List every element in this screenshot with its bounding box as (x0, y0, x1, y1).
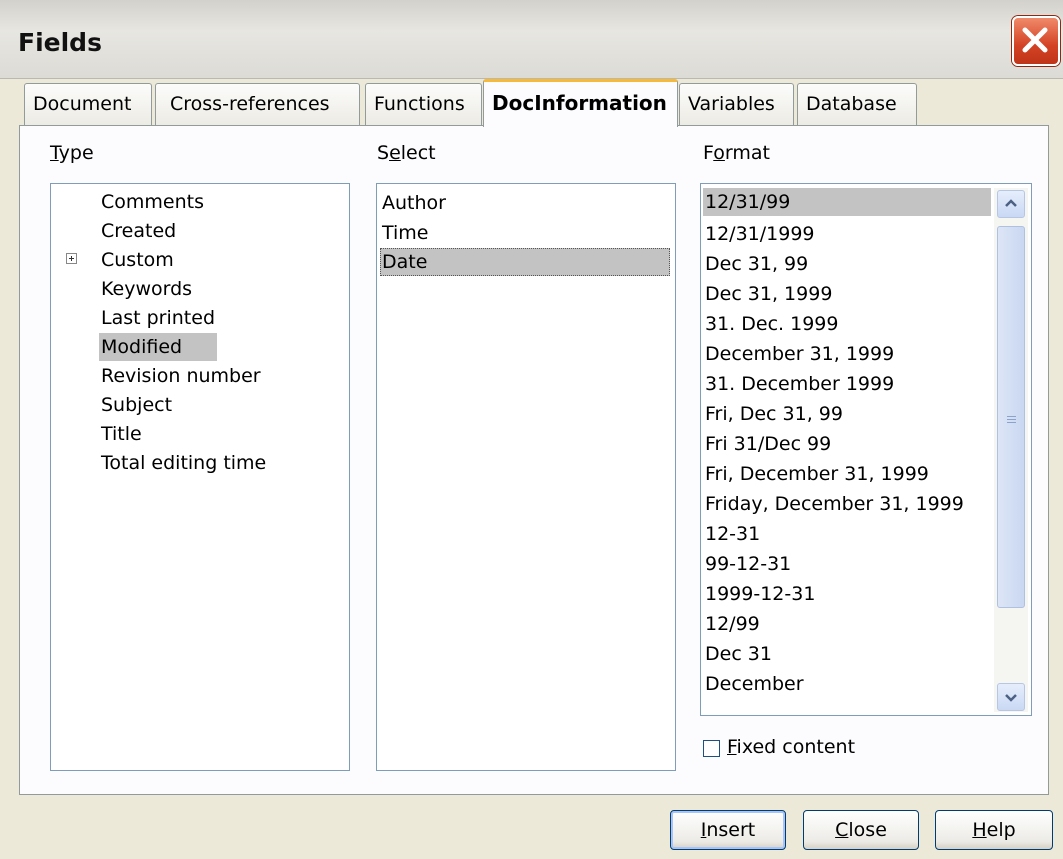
close-icon (1022, 27, 1048, 53)
scroll-thumb[interactable] (997, 226, 1025, 608)
format-item[interactable]: 12/99 (705, 610, 760, 638)
format-item[interactable]: 12/31/99 (703, 188, 991, 216)
format-item[interactable]: 31. Dec. 1999 (705, 310, 838, 338)
format-item[interactable]: 31. December 1999 (705, 370, 894, 398)
type-item-revision-number[interactable]: Revision number (101, 362, 261, 390)
type-item-subject[interactable]: Subject (101, 391, 172, 419)
format-item[interactable]: Dec 31 (705, 640, 772, 668)
select-item-date[interactable]: Date (380, 248, 670, 276)
tab-docinformation[interactable]: DocInformation (483, 79, 678, 127)
select-label: Select (377, 142, 436, 164)
title-bar: Fields (0, 0, 1063, 79)
fixed-content-label: Fixed content (727, 736, 856, 758)
format-item[interactable]: Fri, Dec 31, 99 (705, 400, 843, 428)
format-item[interactable]: 1999-12-31 (705, 580, 815, 608)
chevron-down-icon (1005, 694, 1017, 702)
tab-document[interactable]: Document (24, 83, 152, 125)
custom-expand-icon[interactable] (66, 253, 77, 264)
format-item[interactable]: Friday, December 31, 1999 (705, 490, 964, 518)
type-item-last-printed[interactable]: Last printed (101, 304, 215, 332)
help-button[interactable]: Help (935, 810, 1053, 850)
format-item[interactable]: December 31, 1999 (705, 340, 894, 368)
format-item[interactable]: Dec 31, 99 (705, 250, 808, 278)
type-item-created[interactable]: Created (101, 217, 176, 245)
chevron-up-icon (1005, 199, 1017, 207)
type-item-total-editing-time[interactable]: Total editing time (101, 449, 266, 477)
format-item[interactable]: Dec 31, 1999 (705, 280, 832, 308)
dialog-title: Fields (18, 28, 102, 57)
close-window-button[interactable] (1012, 16, 1060, 66)
scroll-down-button[interactable] (997, 683, 1025, 711)
format-item[interactable]: Fri 31/Dec 99 (705, 430, 831, 458)
type-item-keywords[interactable]: Keywords (101, 275, 192, 303)
tab-database[interactable]: Database (797, 83, 917, 125)
fixed-content-checkbox[interactable] (703, 740, 720, 757)
fields-dialog: Fields Document Cross-references Functio… (0, 0, 1063, 859)
scroll-up-button[interactable] (997, 190, 1025, 218)
tab-functions[interactable]: Functions (365, 83, 482, 125)
tab-variables[interactable]: Variables (679, 83, 794, 125)
select-item-author[interactable]: Author (380, 189, 670, 217)
select-item-time[interactable]: Time (380, 219, 670, 247)
type-tree-list[interactable] (50, 183, 350, 771)
type-item-comments[interactable]: Comments (101, 188, 204, 216)
format-item[interactable]: Fri, December 31, 1999 (705, 460, 929, 488)
format-label: Format (703, 142, 770, 164)
type-item-title[interactable]: Title (101, 420, 142, 448)
tab-cross-references[interactable]: Cross-references (155, 83, 360, 125)
format-item[interactable]: 12/31/1999 (705, 220, 815, 248)
format-item[interactable]: 12-31 (705, 520, 760, 548)
close-button[interactable]: Close (803, 810, 919, 850)
type-label: Type (50, 142, 94, 164)
format-item[interactable]: 99-12-31 (705, 550, 791, 578)
type-item-modified[interactable]: Modified (99, 333, 217, 361)
type-item-custom[interactable]: Custom (101, 246, 174, 274)
format-item[interactable]: December (705, 670, 804, 698)
insert-button[interactable]: Insert (670, 810, 786, 850)
